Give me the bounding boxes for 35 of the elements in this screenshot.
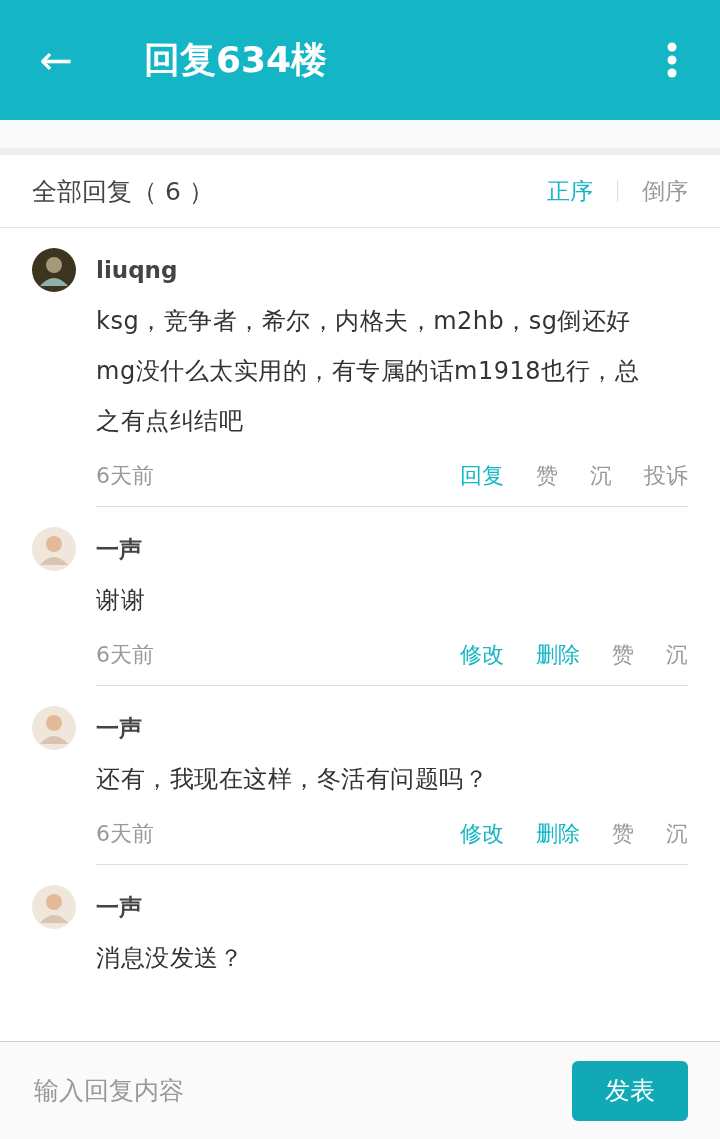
comment-text: ksg，竞争者，希尔，内格夫，m2hb，sg倒还好mg没什么太实用的，有专属的话m1918也行，总之有点纠结吧 <box>96 306 641 437</box>
comment-text: 还有，我现在这样，冬活有问题吗？ <box>96 764 489 795</box>
user-name: 一声 <box>96 535 143 564</box>
comment-action[interactable]: 修改 <box>460 819 504 849</box>
comment-action[interactable]: 沉 <box>590 461 612 491</box>
comment-time: 6天前 <box>96 641 155 669</box>
comment-time: 6天前 <box>96 462 155 490</box>
comment-action[interactable]: 赞 <box>612 819 634 849</box>
more-icon[interactable] <box>666 42 678 78</box>
comment-action[interactable]: 删除 <box>536 640 580 670</box>
avatar <box>32 248 76 292</box>
comment-text: 消息没发送？ <box>96 943 244 974</box>
comment-action[interactable]: 赞 <box>612 640 634 670</box>
comment-action[interactable]: 投诉 <box>644 461 688 491</box>
user-name: liuqng <box>96 256 179 285</box>
comment-action[interactable]: 沉 <box>666 819 688 849</box>
user-name: 一声 <box>96 893 143 922</box>
sort-tab[interactable]: 正序 <box>547 175 593 207</box>
comment-action[interactable]: 删除 <box>536 819 580 849</box>
comment-action[interactable]: 沉 <box>666 640 688 670</box>
avatar <box>32 527 76 571</box>
replies-heading: 全部回复（ 6 ） <box>32 175 215 208</box>
comment-action[interactable]: 回复 <box>460 461 504 491</box>
sort-tab[interactable]: 倒序 <box>642 175 688 207</box>
comment-time: 6天前 <box>96 820 155 848</box>
back-button[interactable]: ← <box>0 40 112 80</box>
user-name: 一声 <box>96 714 143 743</box>
avatar <box>32 885 76 929</box>
reply-input-field[interactable]: 输入回复内容 <box>32 1075 572 1106</box>
comment-text: 谢谢 <box>96 585 146 616</box>
comment-action[interactable]: 赞 <box>536 461 558 491</box>
comment-action[interactable]: 修改 <box>460 640 504 670</box>
avatar <box>32 706 76 750</box>
send-button[interactable]: 发表 <box>572 1060 688 1121</box>
page-title: 回复634楼 <box>144 37 329 82</box>
